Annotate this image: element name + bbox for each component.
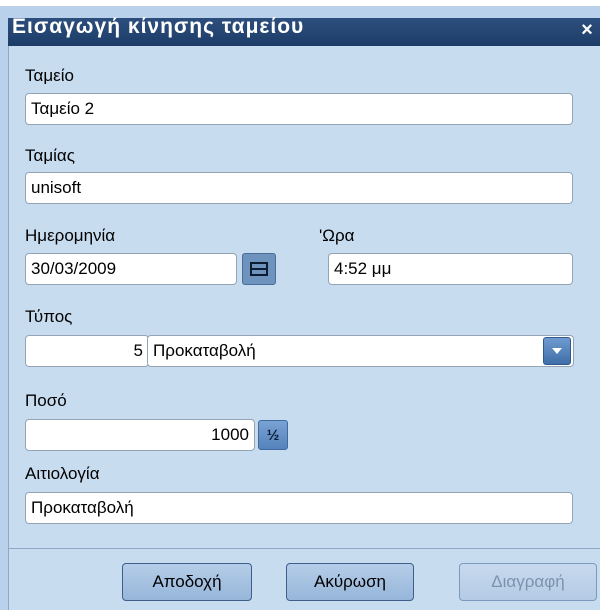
amount-field[interactable]: 1000 — [25, 419, 255, 451]
accept-button[interactable]: Αποδοχή — [122, 563, 252, 601]
cashbox-field[interactable]: Ταμείο 2 — [25, 93, 573, 125]
cashier-label: Ταμίας — [25, 146, 75, 165]
type-select[interactable]: Προκαταβολή — [147, 335, 574, 367]
cashbox-label: Ταμείο — [25, 66, 74, 85]
type-dropdown-button[interactable] — [543, 337, 571, 365]
chevron-down-icon — [552, 348, 562, 354]
close-icon[interactable]: × — [578, 19, 596, 41]
fraction-icon: ½ — [266, 426, 280, 444]
title-bar[interactable]: Εισαγωγή κίνησης ταμείου × — [8, 15, 600, 46]
cancel-button[interactable]: Ακύρωση — [286, 563, 414, 601]
reason-label: Αιτιολογία — [25, 464, 100, 483]
cashier-field[interactable]: unisoft — [25, 172, 573, 204]
footer-divider — [9, 548, 600, 549]
date-picker-button[interactable] — [242, 253, 276, 285]
fraction-button[interactable]: ½ — [258, 420, 288, 450]
form-area: Ταμείο Ταμείο 2 Ταμίας unisoft Ημερομηνί… — [8, 46, 600, 610]
date-label: Ημερομηνία — [25, 226, 116, 245]
date-field[interactable]: 30/03/2009 — [25, 253, 237, 285]
type-label: Τύπος — [25, 307, 73, 326]
cash-movement-dialog: Εισαγωγή κίνησης ταμείου × Ταμείο Ταμείο… — [0, 6, 600, 610]
delete-button[interactable]: Διαγραφή — [459, 563, 597, 601]
time-field[interactable]: 4:52 μμ — [328, 253, 573, 285]
window-title: Εισαγωγή κίνησης ταμείου — [12, 15, 305, 38]
type-code-field[interactable]: 5 — [25, 335, 149, 367]
time-label: 'Ωρα — [319, 226, 355, 245]
reason-field[interactable]: Προκαταβολή — [25, 492, 573, 524]
calendar-icon — [250, 262, 268, 276]
amount-label: Ποσό — [25, 391, 67, 410]
